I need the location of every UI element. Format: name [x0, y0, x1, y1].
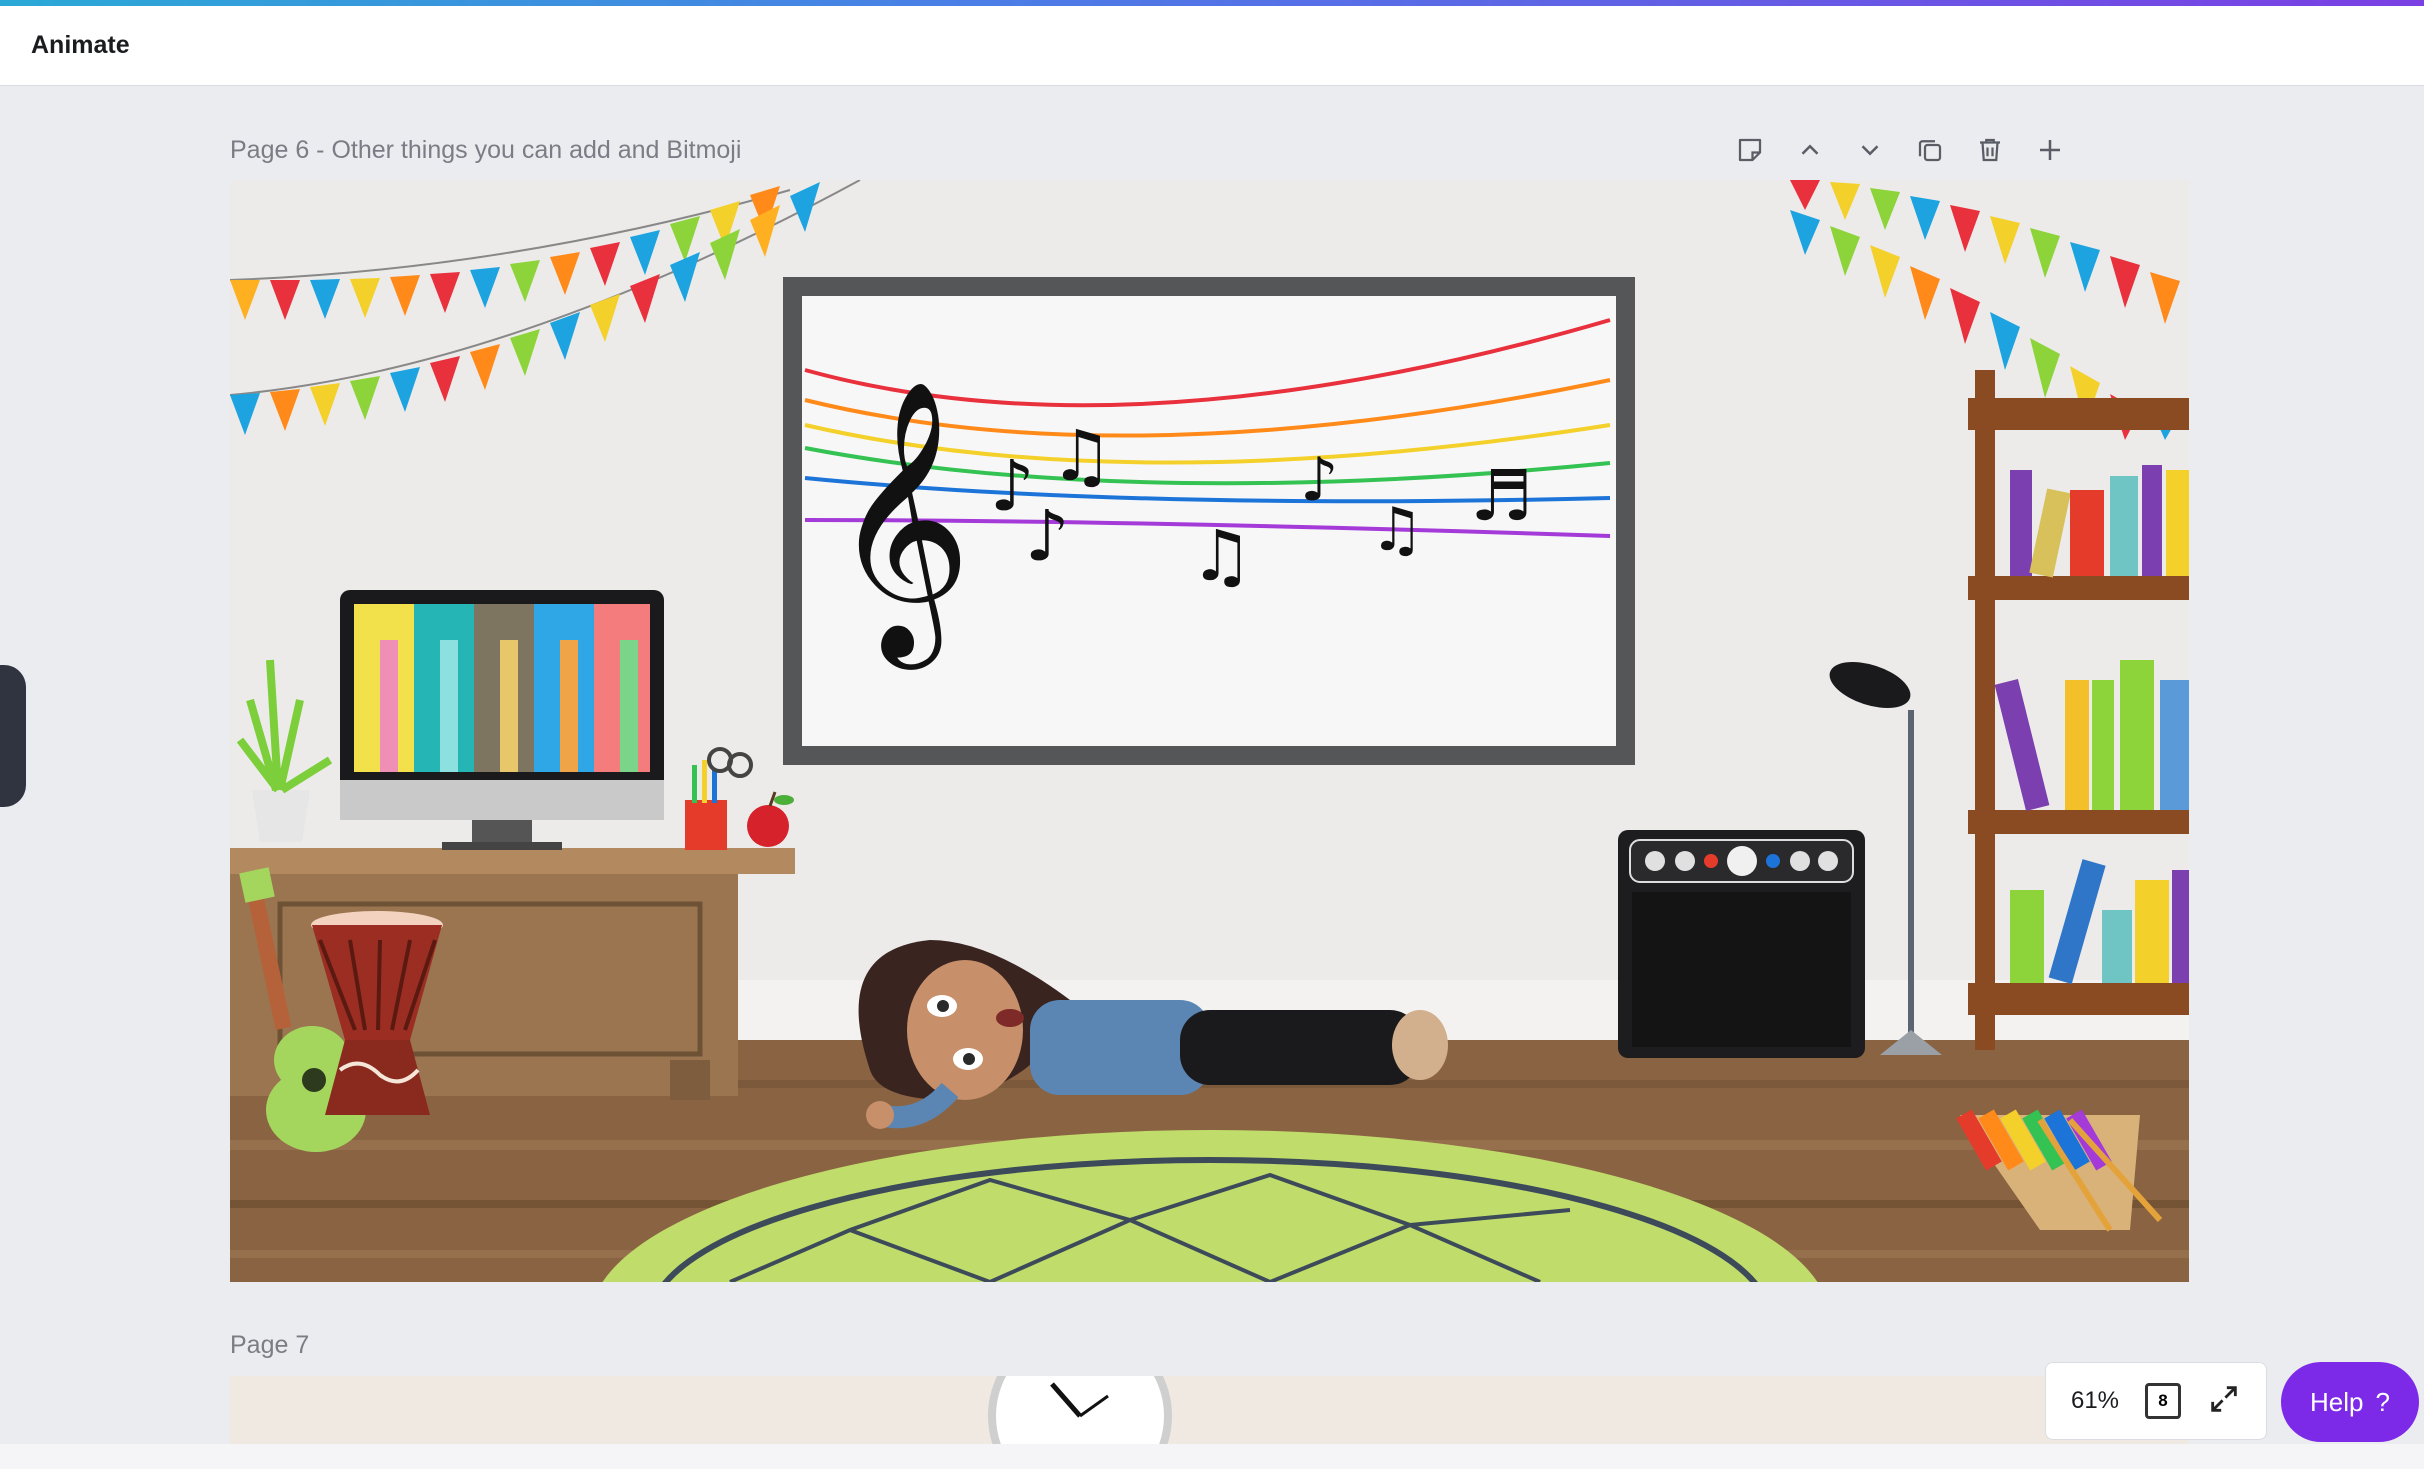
help-question-icon: ?: [2375, 1386, 2390, 1417]
move-page-down-button[interactable]: [1852, 128, 1888, 172]
duplicate-icon: [1918, 140, 1942, 162]
page-count-button[interactable]: 8: [2145, 1383, 2182, 1419]
page-actions-toolbar: [1732, 128, 2068, 172]
animate-title[interactable]: Animate: [31, 31, 130, 60]
music-classroom-scene: 𝄞 ♪ ♫ ♪ ♫ ♪ ♫ ♬: [230, 180, 2189, 1282]
svg-text:♫: ♫: [1050, 415, 1113, 497]
page-count-value: 8: [2158, 1391, 2168, 1410]
chevron-down-icon: [1861, 145, 1879, 156]
bottom-strip: [0, 1444, 2424, 1469]
fullscreen-button[interactable]: [2207, 1382, 2241, 1421]
svg-text:𝄞: 𝄞: [830, 377, 972, 670]
help-label: Help: [2310, 1386, 2364, 1417]
svg-text:♬: ♬: [1470, 455, 1533, 537]
trash-icon: [1980, 138, 2000, 162]
page-7-label: Page 7: [230, 1331, 310, 1359]
whiteboard: 𝄞 ♪ ♫ ♪ ♫ ♪ ♫ ♬: [783, 277, 1635, 765]
page-6-canvas[interactable]: 𝄞 ♪ ♫ ♪ ♫ ♪ ♫ ♬: [230, 180, 2189, 1282]
amplifier: [1618, 830, 1865, 1058]
help-button[interactable]: Help ?: [2281, 1362, 2419, 1442]
wall-clock: [230, 1376, 2189, 1444]
top-bar: Animate: [0, 6, 2424, 86]
svg-text:♫: ♫: [1190, 515, 1253, 597]
svg-text:♪: ♪: [1300, 445, 1338, 515]
chevron-up-icon: [1801, 144, 1819, 155]
side-panel-toggle[interactable]: [0, 665, 26, 807]
duplicate-page-button[interactable]: [1912, 128, 1948, 172]
move-page-up-button[interactable]: [1792, 128, 1828, 172]
svg-text:♪: ♪: [1025, 495, 1070, 577]
note-icon: [1738, 138, 1762, 162]
add-note-button[interactable]: [1732, 128, 1768, 172]
zoom-controls: 61% 8: [2045, 1362, 2267, 1440]
page-6-label: Page 6 - Other things you can add and Bi…: [230, 136, 742, 164]
plus-icon: [2040, 140, 2060, 160]
svg-text:♫: ♫: [1370, 495, 1424, 565]
computer-monitor: [340, 590, 664, 850]
page-7-canvas[interactable]: [230, 1376, 2189, 1444]
zoom-level[interactable]: 61%: [2071, 1387, 2119, 1415]
delete-page-button[interactable]: [1972, 128, 2008, 172]
add-page-button[interactable]: [2032, 128, 2068, 172]
fullscreen-icon: [2211, 1385, 2237, 1412]
